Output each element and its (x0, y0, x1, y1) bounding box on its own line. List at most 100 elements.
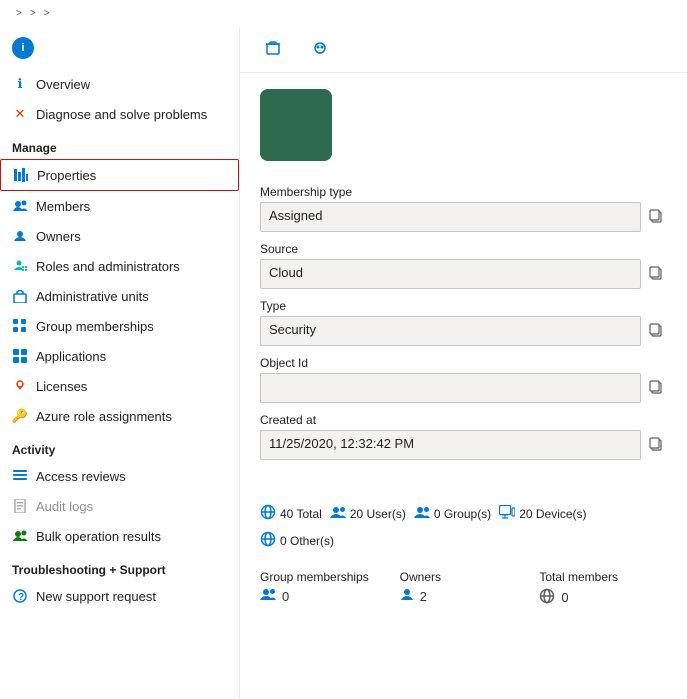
field-input-created-at: 11/25/2020, 12:32:42 PM (260, 430, 641, 460)
group-memberships-icon (12, 318, 28, 334)
globe2-icon (260, 531, 276, 550)
admin-units-icon (12, 288, 28, 304)
sidebar-item-licenses[interactable]: Licenses (0, 371, 239, 401)
sidebar-label-properties: Properties (37, 168, 96, 183)
roles-icon (12, 258, 28, 274)
bottom-stat-num-total-members: 0 (561, 590, 568, 605)
field-group-source: Source Cloud (260, 242, 667, 289)
stat-label-others: 0 Other(s) (280, 534, 334, 548)
field-input-row-type: Security (260, 316, 667, 346)
field-label-object-id: Object Id (260, 356, 667, 370)
feedback-icon (313, 41, 327, 58)
devices-icon (499, 505, 515, 522)
stat-others: 0 Other(s) (260, 531, 334, 550)
bottom-stat-value-owners: 2 (400, 588, 528, 605)
sidebar-label-applications: Applications (36, 349, 106, 364)
bottom-stat-label-owners: Owners (400, 570, 528, 584)
sidebar-item-roles[interactable]: Roles and administrators (0, 251, 239, 281)
avatar (260, 89, 332, 161)
stat-label-users: 20 User(s) (350, 507, 406, 521)
support-icon: ? (12, 588, 28, 604)
section-label-activity: Activity (0, 431, 239, 461)
licenses-icon (12, 378, 28, 394)
copy-btn-membership-type[interactable] (645, 205, 667, 230)
sidebar-label-group-memberships: Group memberships (36, 319, 154, 334)
field-group-type: Type Security (260, 299, 667, 346)
owners-icon (12, 228, 28, 244)
field-label-type: Type (260, 299, 667, 313)
sidebar-label-support: New support request (36, 589, 156, 604)
delete-button[interactable] (260, 37, 291, 62)
fields-section: Membership type Assigned Source Cloud Ty… (240, 177, 687, 486)
stat-groups: 0 Group(s) (414, 506, 491, 522)
sidebar-item-access-reviews[interactable]: Access reviews (0, 461, 239, 491)
sidebar-item-bulk-ops[interactable]: Bulk operation results (0, 521, 239, 551)
main-content: Membership type Assigned Source Cloud Ty… (240, 27, 687, 699)
direct-members-section: 40 Total 20 User(s) 0 Group(s) 20 Device… (240, 486, 687, 562)
close-button[interactable] (655, 48, 667, 52)
sidebar-item-properties[interactable]: Properties (0, 159, 239, 191)
sidebar-header: i (0, 27, 239, 65)
sidebar-item-group-memberships[interactable]: Group memberships (0, 311, 239, 341)
sidebar-item-diagnose[interactable]: ✕ Diagnose and solve problems (0, 99, 239, 129)
access-reviews-icon (12, 468, 28, 484)
globe-icon (260, 504, 276, 523)
breadcrumb-sep-1: > (16, 8, 22, 19)
sidebar-label-admin-units: Administrative units (36, 289, 149, 304)
copy-btn-object-id[interactable] (645, 376, 667, 401)
users-icon (330, 506, 346, 522)
breadcrumb-sep-2: > (30, 8, 36, 19)
copy-btn-source[interactable] (645, 262, 667, 287)
sidebar: i ℹ Overview ✕ Diagnose and solve proble… (0, 27, 240, 699)
sidebar-label-roles: Roles and administrators (36, 259, 180, 274)
sidebar-item-applications[interactable]: Applications (0, 341, 239, 371)
sidebar-item-azure-roles[interactable]: 🔑 Azure role assignments (0, 401, 239, 431)
field-input-row-object-id (260, 373, 667, 403)
sidebar-item-admin-units[interactable]: Administrative units (0, 281, 239, 311)
members-stats: 40 Total 20 User(s) 0 Group(s) 20 Device… (260, 504, 667, 550)
sidebar-item-members[interactable]: Members (0, 191, 239, 221)
field-label-created-at: Created at (260, 413, 667, 427)
breadcrumb-sep-3: > (44, 8, 50, 19)
person-stat-icon (400, 588, 414, 605)
groups-icon (414, 506, 430, 522)
sidebar-label-owners: Owners (36, 229, 81, 244)
section-label-troubleshoot: Troubleshooting + Support (0, 551, 239, 581)
sidebar-collapse-btn[interactable] (219, 46, 227, 50)
users-stat-icon (260, 588, 276, 604)
bottom-stat-label-group-memberships: Group memberships (260, 570, 388, 584)
sidebar-item-support[interactable]: ? New support request (0, 581, 239, 611)
copy-btn-type[interactable] (645, 319, 667, 344)
applications-icon (12, 348, 28, 364)
sidebar-item-audit-logs[interactable]: Audit logs (0, 491, 239, 521)
audit-logs-icon (12, 498, 28, 514)
copy-btn-created-at[interactable] (645, 433, 667, 458)
field-label-source: Source (260, 242, 667, 256)
field-input-membership-type: Assigned (260, 202, 641, 232)
field-input-row-membership-type: Assigned (260, 202, 667, 232)
sidebar-item-overview[interactable]: ℹ Overview (0, 69, 239, 99)
feedback-button[interactable] (307, 37, 338, 62)
stat-label-total: 40 Total (280, 507, 322, 521)
wrench-icon: ✕ (12, 106, 28, 122)
members-icon (12, 198, 28, 214)
azure-roles-icon: 🔑 (12, 408, 28, 424)
breadcrumb: > > > (0, 0, 687, 27)
stat-label-devices: 20 Device(s) (519, 507, 586, 521)
sidebar-label-azure-roles: Azure role assignments (36, 409, 172, 424)
field-label-membership-type: Membership type (260, 185, 667, 199)
sidebar-label-diagnose: Diagnose and solve problems (36, 107, 207, 122)
sidebar-item-owners[interactable]: Owners (0, 221, 239, 251)
sidebar-label-licenses: Licenses (36, 379, 87, 394)
sidebar-title-icon: i (12, 37, 34, 59)
field-group-membership-type: Membership type Assigned (260, 185, 667, 232)
profile-section (240, 73, 687, 177)
bulk-ops-icon (12, 528, 28, 544)
stat-users: 20 User(s) (330, 506, 406, 522)
bottom-stat-value-total-members: 0 (539, 588, 667, 607)
section-label-manage: Manage (0, 129, 239, 159)
properties-icon (13, 167, 29, 183)
bottom-stat-total-members: Total members 0 (539, 570, 667, 607)
sidebar-label-bulk-ops: Bulk operation results (36, 529, 161, 544)
sidebar-nav: ℹ Overview ✕ Diagnose and solve problems… (0, 69, 239, 611)
